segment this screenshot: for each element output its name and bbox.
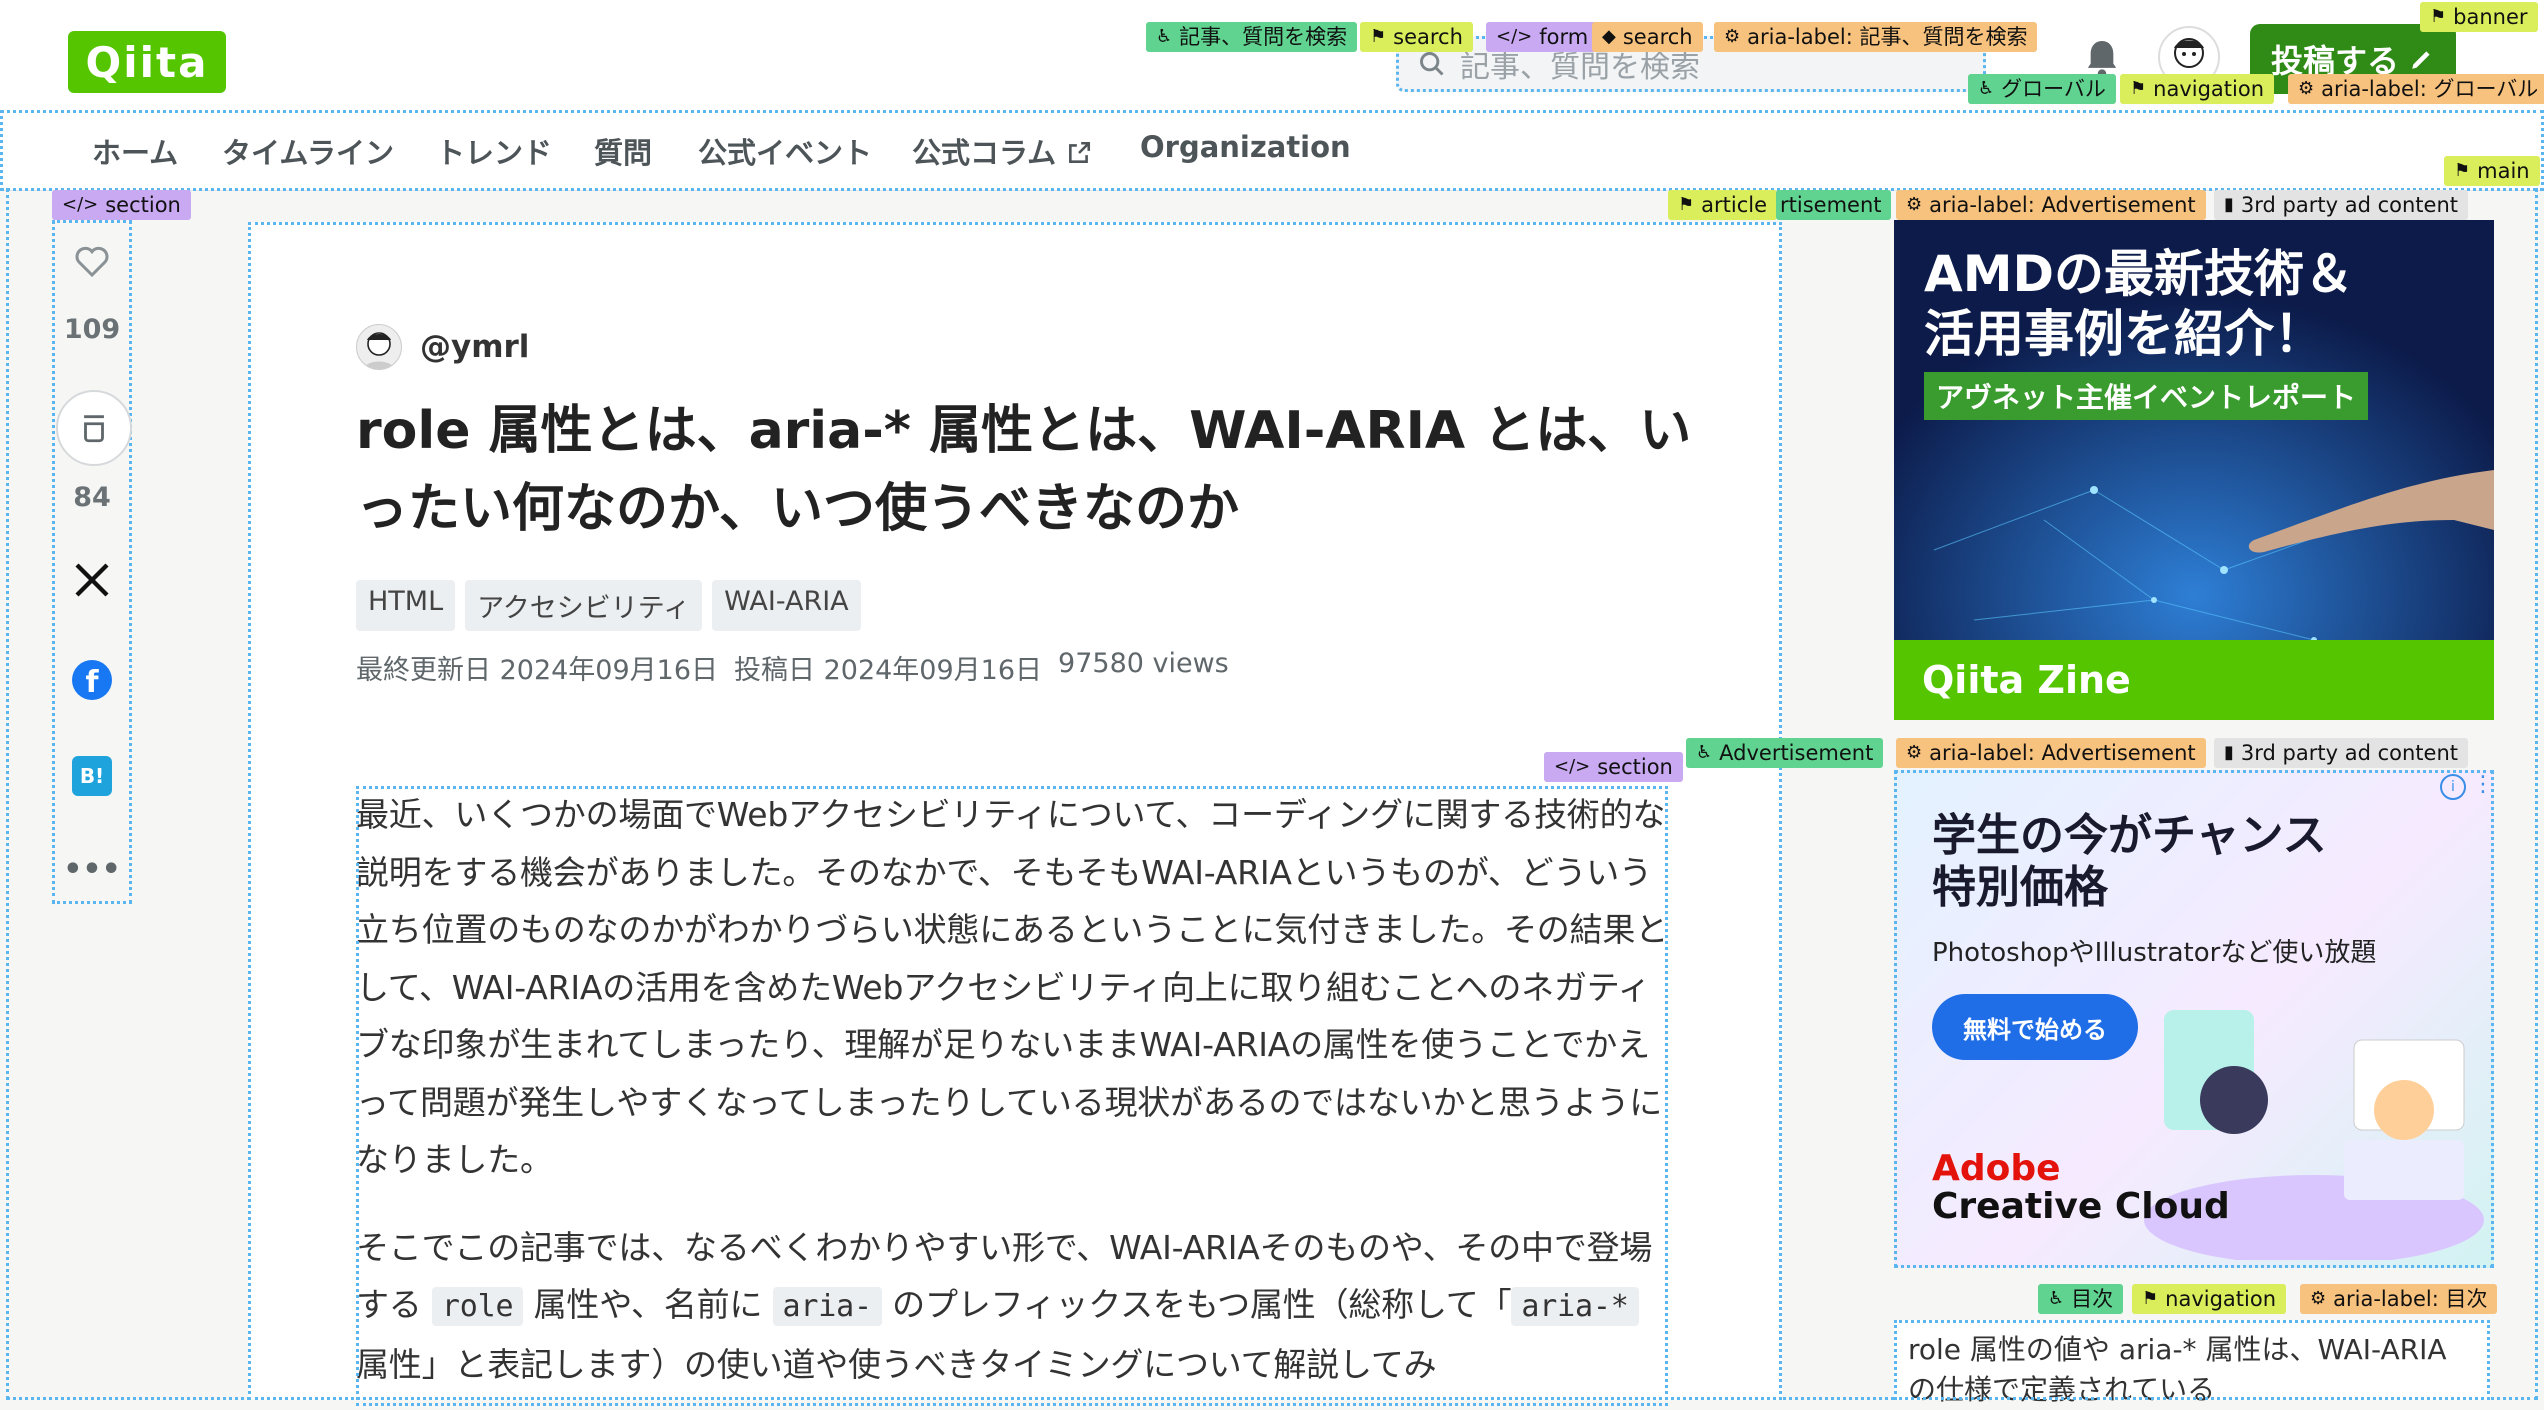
code-aria-star: aria-*	[1511, 1287, 1639, 1326]
nav-item-trend[interactable]: トレンド	[436, 130, 552, 172]
landmark-label-banner: ⚑ banner	[2420, 2, 2538, 32]
article-author[interactable]: @ymrl	[356, 324, 529, 370]
landmark-label-ad1-third-party: ▮ 3rd party ad content	[2214, 190, 2468, 220]
stock-count: 84	[73, 482, 111, 513]
article-body: 最近、いくつかの場面でWebアクセシビリティについて、コーディングに関する技術的…	[356, 786, 1668, 1406]
landmark-label-form: </> form	[1486, 22, 1599, 52]
author-avatar	[356, 324, 402, 370]
like-heart-icon[interactable]	[52, 240, 132, 280]
tag-wai-aria[interactable]: WAI-ARIA	[712, 580, 861, 631]
landmark-label-search-role: ◆ search	[1592, 22, 1703, 52]
landmark-label-advertisement: ♿ Advertisement	[1686, 738, 1884, 768]
external-link-icon	[1069, 141, 1091, 163]
ad1-headline-2: 活用事例を紹介！	[1924, 305, 2324, 363]
landmark-label-ad2-aria: ⚙ aria-label: Advertisement	[1896, 738, 2206, 768]
nav-item-official-events[interactable]: 公式イベント	[698, 130, 872, 172]
landmark-label-search-aria: ⚙ aria-label: 記事、質問を検索	[1714, 22, 2038, 52]
code-role: role	[431, 1287, 524, 1326]
advertisement-banner-2[interactable]: 学生の今がチャンス 特別価格 PhotoshopやIllustratorなど使い…	[1894, 770, 2494, 1268]
nav-item-home[interactable]: ホーム	[92, 130, 178, 172]
landmark-label-toc-aria: ⚙ aria-label: 目次	[2300, 1284, 2498, 1314]
ad1-brand: Qiita Zine	[1922, 658, 2131, 702]
body-paragraph-2: そこでこの記事では、なるべくわかりやすい形で、WAI-ARIAそのものや、その中…	[356, 1227, 1653, 1384]
landmark-label-body-section: </> section	[1544, 752, 1683, 782]
ad2-brand-adobe: Adobe	[1932, 1148, 2061, 1189]
like-count: 109	[63, 314, 121, 345]
stock-icon	[84, 415, 104, 443]
ad2-headline-2: 特別価格	[1932, 862, 2108, 913]
tag-accessibility[interactable]: アクセシビリティ	[465, 580, 703, 631]
qiita-logo[interactable]: Qiita	[68, 31, 226, 93]
landmark-label-toc-accessible-name: ♿ 目次	[2038, 1284, 2124, 1314]
nav-item-organization[interactable]: Organization	[1140, 130, 1351, 164]
landmark-label-search: ⚑ search	[1360, 22, 1473, 52]
nav-item-timeline[interactable]: タイムライン	[222, 130, 394, 172]
landmark-label-ad1-aria: ⚙ aria-label: Advertisement	[1896, 190, 2206, 220]
x-share-icon[interactable]	[72, 560, 112, 600]
landmark-label-global-aria: ⚙ aria-label: グローバル	[2288, 74, 2544, 104]
advertisement-banner-1[interactable]: AMDの最新技術＆ 活用事例を紹介！ アヴネット主催イベントレポート Qiita…	[1894, 220, 2494, 720]
ad-options-icon[interactable]: ⋮	[2472, 772, 2494, 797]
ad2-brand-creative-cloud: Creative Cloud	[1932, 1186, 2230, 1227]
social-action-rail: 109 84 f B! •••	[52, 220, 132, 904]
notification-bell-icon[interactable]	[2085, 38, 2119, 78]
landmark-label-toc-navigation: ⚑ navigation	[2132, 1284, 2287, 1314]
table-of-contents: role 属性の値や aria-* 属性は、WAI-ARIA の仕様で定義されて…	[1894, 1320, 2490, 1406]
ad2-headline-1: 学生の今がチャンス	[1932, 810, 2327, 861]
ad2-subtitle: PhotoshopやIllustratorなど使い放題	[1932, 938, 2377, 968]
body-paragraph-1: 最近、いくつかの場面でWebアクセシビリティについて、コーディングに関する技術的…	[356, 795, 1669, 1179]
posted-date: 投稿日 2024年09月16日	[734, 655, 1043, 686]
stock-button[interactable]	[56, 390, 132, 466]
nav-item-official-column-label: 公式コラム	[912, 136, 1057, 170]
article-title: role 属性とは、aria-* 属性とは、WAI-ARIA とは、いったい何な…	[356, 401, 1692, 539]
updated-date: 最終更新日 2024年09月16日	[356, 655, 719, 686]
article-meta: 最終更新日 2024年09月16日 投稿日 2024年09月16日 97580 …	[356, 648, 1229, 687]
landmark-label-global-accessible-name: ♿ グローバル	[1968, 74, 2116, 104]
hatena-bookmark-icon[interactable]: B!	[72, 756, 112, 796]
author-name: @ymrl	[420, 329, 530, 365]
toc-item[interactable]: role 属性の値や aria-* 属性は、WAI-ARIA の仕様で定義されて…	[1908, 1330, 2476, 1410]
search-icon	[1420, 52, 1444, 76]
ad1-subtitle: アヴネット主催イベントレポート	[1924, 372, 2369, 420]
tag-html[interactable]: HTML	[356, 580, 456, 631]
more-options-icon[interactable]: •••	[52, 852, 132, 887]
nav-item-questions[interactable]: 質問	[594, 130, 652, 172]
ad2-cta-button[interactable]: 無料で始める	[1932, 994, 2138, 1060]
landmark-label-advertisement-truncated: rtisement	[1776, 190, 1892, 220]
nav-item-official-column[interactable]: 公式コラム	[912, 130, 1092, 172]
view-count: 97580 views	[1058, 648, 1229, 679]
landmark-label-navigation: ⚑ navigation	[2120, 74, 2275, 104]
landmark-label-article: ⚑ article	[1668, 190, 1778, 220]
tag-list: HTML アクセシビリティ WAI-ARIA	[356, 580, 861, 631]
global-navigation: ホーム タイムライン トレンド 質問 公式イベント 公式コラム Organiza…	[0, 110, 2544, 191]
pencil-icon	[2412, 51, 2430, 69]
ad-info-icon[interactable]: i	[2440, 774, 2466, 800]
landmark-label-ad2-third-party: ▮ 3rd party ad content	[2214, 738, 2468, 768]
ad1-headline-1: AMDの最新技術＆	[1924, 245, 2354, 303]
landmark-label-main: ⚑ main	[2444, 156, 2540, 186]
facebook-share-icon[interactable]: f	[72, 660, 112, 700]
landmark-label-search-accessible-name: ♿ 記事、質問を検索	[1146, 22, 1358, 52]
code-aria-prefix: aria-	[772, 1287, 882, 1326]
landmark-label-rail-section: </> section	[52, 190, 191, 220]
